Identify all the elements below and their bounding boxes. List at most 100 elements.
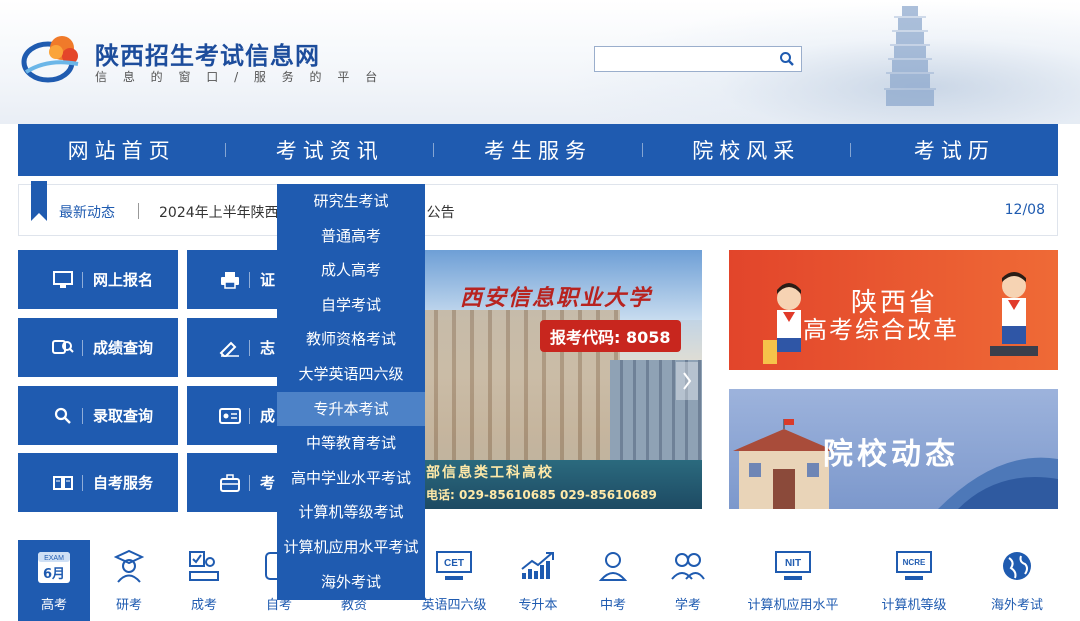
calendar-exam-icon: EXAM 6月 (34, 546, 74, 586)
news-ticker: 最新动态 2024年上半年陕西 公告 12/08 (18, 181, 1058, 236)
search-box (594, 46, 802, 72)
adult-study-icon (184, 546, 224, 586)
application-service-button[interactable]: 志 (187, 318, 277, 377)
menu-item-teacher-qualification[interactable]: 教师资格考试 (277, 322, 425, 357)
banner-phone: 电话: 029-85610685 029-85610689 (426, 488, 657, 502)
ticker-divider (138, 203, 139, 219)
id-card-icon (215, 401, 245, 431)
category-graduate[interactable]: 研考 (93, 540, 165, 621)
menu-item-computer-level[interactable]: 计算机等级考试 (277, 495, 425, 530)
banner-enrollment-code: 报考代码: 8058 (540, 320, 681, 352)
svc-divider (249, 271, 250, 288)
college-news-banner[interactable]: 院校动态 (729, 389, 1058, 509)
banner-university-name: 西安信息职业大学 (460, 286, 653, 311)
main-nav: 网站首页 考试资讯 考生服务 院校风采 考试历 (18, 124, 1058, 176)
book-icon (48, 468, 78, 498)
svg-text:NCRE: NCRE (903, 558, 926, 567)
svc-divider (82, 407, 83, 424)
online-register-button[interactable]: 网上报名 (18, 250, 178, 309)
exam-news-dropdown: 研究生考试 普通高考 成人高考 自学考试 教师资格考试 大学英语四六级 专升本考… (277, 184, 425, 600)
briefcase-icon (215, 468, 245, 498)
svc-divider (82, 339, 83, 356)
menu-item-overseas-exam[interactable]: 海外考试 (277, 565, 425, 600)
nav-student-services[interactable]: 考生服务 (434, 135, 641, 165)
student-icon (593, 546, 633, 586)
category-label: 高考 (40, 598, 67, 613)
exam-service-button[interactable]: 考 (187, 453, 277, 512)
svc-divider (249, 407, 250, 424)
certificate-service-button[interactable]: 证 (187, 250, 277, 309)
certificate-service-label: 证 (260, 271, 276, 289)
application-service-label: 志 (260, 339, 276, 357)
menu-item-cet[interactable]: 大学英语四六级 (277, 357, 425, 392)
ticker-headline-head[interactable]: 2024年上半年陕西 (159, 205, 279, 221)
svc-divider (82, 271, 83, 288)
ticker-headline-tail[interactable]: 公告 (427, 205, 455, 221)
svc-divider (249, 339, 250, 356)
category-xuekao[interactable]: 学考 (652, 540, 724, 621)
svg-text:CET: CET (444, 558, 464, 569)
category-computer-application[interactable]: NIT 计算机应用水平 (738, 540, 848, 621)
self-study-service-button[interactable]: 自考服务 (18, 453, 178, 512)
site-header: 陕西招生考试信息网 信 息 的 窗 口 / 服 务 的 平 台 (0, 0, 1080, 124)
self-study-service-label: 自考服务 (93, 474, 154, 492)
svg-text:6月: 6月 (43, 567, 65, 582)
online-register-label: 网上报名 (93, 271, 154, 289)
category-label: 研考 (115, 598, 142, 613)
menu-item-upgrade-exam[interactable]: 专升本考试 (277, 391, 425, 427)
category-upgrade[interactable]: 专升本 (502, 540, 574, 621)
cet-monitor-icon: CET (434, 546, 474, 586)
monitor-icon (48, 265, 78, 295)
site-slogan: 信 息 的 窗 口 / 服 务 的 平 台 (95, 70, 384, 84)
pen-sign-icon (215, 333, 245, 363)
category-label: 中考 (599, 598, 626, 613)
site-logo-icon[interactable] (18, 28, 86, 86)
category-label: 成考 (190, 598, 217, 613)
menu-item-adult-exam[interactable]: 成人高考 (277, 253, 425, 288)
printer-icon (215, 265, 245, 295)
category-computer-level[interactable]: NCRE 计算机等级 (868, 540, 960, 621)
nav-home[interactable]: 网站首页 (18, 135, 225, 165)
gaokao-reform-banner[interactable]: 陕西省 高考综合改革 (729, 250, 1058, 370)
search-icon (48, 401, 78, 431)
category-label: 计算机等级 (881, 598, 947, 613)
menu-item-secondary-exam[interactable]: 中等教育考试 (277, 426, 425, 461)
admission-query-button[interactable]: 录取查询 (18, 386, 178, 445)
nav-exam-news[interactable]: 考试资讯 (226, 135, 433, 165)
menu-item-graduate-exam[interactable]: 研究生考试 (277, 184, 425, 219)
menu-item-high-school-proficiency[interactable]: 高中学业水平考试 (277, 461, 425, 496)
category-gaokao[interactable]: EXAM 6月 高考 (18, 540, 90, 621)
menu-item-computer-application[interactable]: 计算机应用水平考试 (277, 530, 425, 565)
category-label: 计算机应用水平 (747, 598, 839, 613)
svc-divider (82, 474, 83, 491)
nav-exam-calendar[interactable]: 考试历 (851, 135, 1058, 165)
svg-text:EXAM: EXAM (44, 555, 64, 562)
graduate-student-icon (109, 546, 149, 586)
students-group-icon (668, 546, 708, 586)
menu-item-gaokao[interactable]: 普通高考 (277, 219, 425, 254)
exam-category-bar: EXAM 6月 高考 研考 成考 自考 教资 CET 英语四六级 专升本 中考 … (18, 540, 1058, 621)
nav-colleges[interactable]: 院校风采 (643, 135, 850, 165)
score-query-label: 成绩查询 (93, 339, 154, 357)
menu-item-self-study-exam[interactable]: 自学考试 (277, 288, 425, 323)
nit-monitor-icon: NIT (773, 546, 813, 586)
bookmark-icon (31, 181, 47, 221)
svg-text:NIT: NIT (785, 558, 801, 569)
score-query-button[interactable]: 成绩查询 (18, 318, 178, 377)
search-icon[interactable] (779, 51, 795, 67)
score-search-icon (48, 333, 78, 363)
admission-query-label: 录取查询 (93, 407, 154, 425)
category-overseas[interactable]: 海外考试 (976, 540, 1058, 621)
search-input[interactable] (595, 47, 775, 71)
globe-icon (997, 546, 1037, 586)
score-card-button[interactable]: 成 (187, 386, 277, 445)
carousel-next-button[interactable] (676, 362, 698, 400)
site-title[interactable]: 陕西招生考试信息网 (95, 36, 320, 71)
category-zhongkao[interactable]: 中考 (577, 540, 649, 621)
ticker-label: 最新动态 (59, 205, 115, 221)
banner-tagline: 部信息类工科高校 (426, 465, 554, 481)
growth-chart-icon (518, 546, 558, 586)
ticker-date: 12/08 (1004, 202, 1045, 218)
category-adult[interactable]: 成考 (168, 540, 240, 621)
carousel-banner[interactable]: 西安信息职业大学 报考代码: 8058 部信息类工科高校 电话: 029-856… (400, 250, 702, 509)
